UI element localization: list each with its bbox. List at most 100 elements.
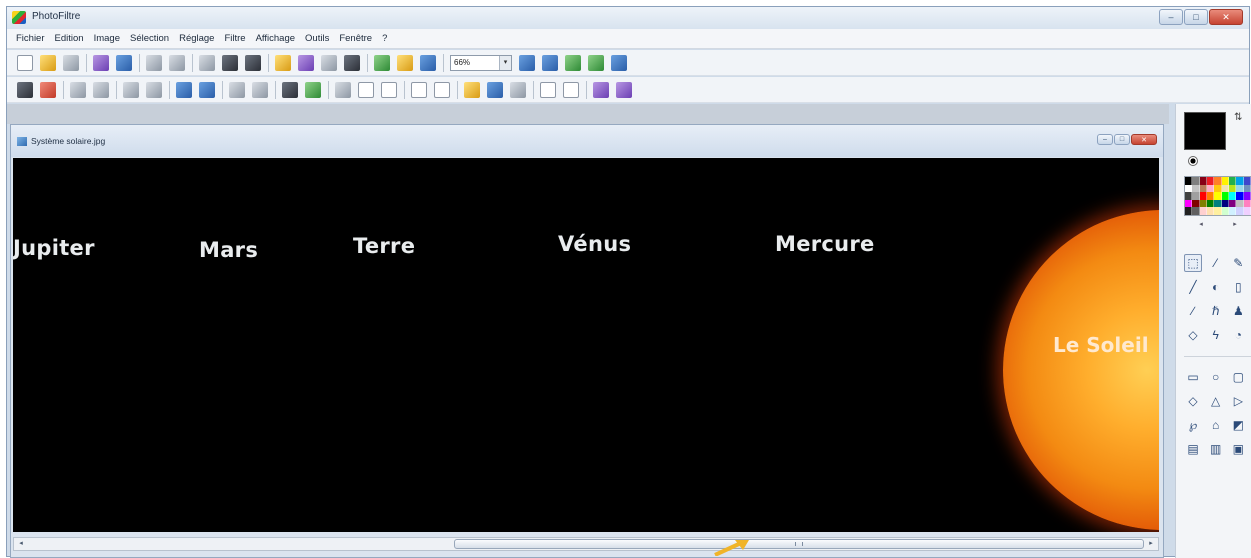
- palette-swatch[interactable]: [1236, 177, 1244, 185]
- grayscale-icon[interactable]: [282, 81, 298, 98]
- display-window-icon[interactable]: [420, 54, 436, 71]
- palette-swatch[interactable]: [1214, 207, 1222, 215]
- gamma-plus-icon[interactable]: [252, 81, 268, 98]
- fullscreen-icon[interactable]: [611, 54, 627, 71]
- emboss-icon[interactable]: [411, 81, 427, 98]
- palette-swatch[interactable]: [1221, 192, 1229, 200]
- zoom-select[interactable]: 66% ▾: [450, 54, 512, 71]
- palette-next-icon[interactable]: ▸: [1233, 220, 1237, 230]
- palette-swatch[interactable]: [1243, 184, 1251, 193]
- pipette-icon[interactable]: ⁄: [1207, 254, 1225, 272]
- blur-icon[interactable]: [335, 81, 351, 98]
- palette-swatch[interactable]: [1207, 207, 1215, 215]
- palette-swatch[interactable]: [1207, 184, 1215, 193]
- paste-icon[interactable]: [245, 54, 261, 71]
- smudge-icon[interactable]: ϟ: [1207, 326, 1225, 344]
- reset-colors-icon[interactable]: [1188, 156, 1198, 166]
- advanced-brush-icon[interactable]: ℏ: [1207, 302, 1225, 320]
- new-file-icon[interactable]: [17, 54, 33, 71]
- menu-fenetre[interactable]: Fenêtre: [334, 33, 377, 44]
- menu-selection[interactable]: Sélection: [125, 33, 174, 44]
- spray-icon[interactable]: ▯: [1229, 278, 1247, 296]
- auto-level-icon[interactable]: [17, 81, 33, 98]
- doc-close-button[interactable]: ✕: [1131, 134, 1157, 145]
- scan-icon[interactable]: [116, 54, 132, 71]
- menu-filtre[interactable]: Filtre: [219, 33, 250, 44]
- menu-outils[interactable]: Outils: [300, 33, 334, 44]
- fill-bucket-icon[interactable]: ◐: [1207, 278, 1225, 296]
- flip-horizontal-icon[interactable]: [487, 81, 503, 98]
- palette-swatch[interactable]: [1214, 177, 1222, 185]
- palette-swatch[interactable]: [1192, 207, 1200, 215]
- palette-swatch[interactable]: [1221, 207, 1229, 215]
- rounded-rect-icon[interactable]: ▢: [1229, 368, 1247, 386]
- actual-size-icon[interactable]: [565, 54, 581, 71]
- sharpen-icon[interactable]: [381, 81, 397, 98]
- open-folder-icon[interactable]: [40, 54, 56, 71]
- palette-swatch[interactable]: [1229, 177, 1237, 185]
- contrast-plus-icon[interactable]: [146, 81, 162, 98]
- palette-swatch[interactable]: [1192, 177, 1200, 185]
- save-icon[interactable]: [63, 54, 79, 71]
- rotate-left-icon[interactable]: [540, 81, 556, 98]
- fill-color-icon[interactable]: [397, 54, 413, 71]
- doc-maximize-button[interactable]: □: [1114, 134, 1130, 145]
- saturation-plus-icon[interactable]: [199, 81, 215, 98]
- palette-swatch[interactable]: [1214, 184, 1222, 193]
- fit-width-icon[interactable]: ▤: [1184, 440, 1202, 458]
- zoom-in-icon[interactable]: [519, 54, 535, 71]
- crop-icon[interactable]: [321, 54, 337, 71]
- auto-contrast-icon[interactable]: [40, 81, 56, 98]
- relief-icon[interactable]: [434, 81, 450, 98]
- gradient-icon[interactable]: ◩: [1229, 416, 1247, 434]
- lasso-icon[interactable]: ℘: [1184, 416, 1202, 434]
- scroll-left-icon[interactable]: ◂: [14, 538, 28, 550]
- diamond-icon[interactable]: ◇: [1184, 392, 1202, 410]
- menu-image[interactable]: Image: [89, 33, 125, 44]
- image-size-icon[interactable]: [374, 54, 390, 71]
- zoom-out-icon[interactable]: [542, 54, 558, 71]
- palette-swatch[interactable]: [1221, 199, 1229, 208]
- soften-icon[interactable]: [358, 81, 374, 98]
- palette-swatch[interactable]: [1207, 192, 1215, 200]
- palette-swatch[interactable]: [1229, 207, 1237, 215]
- palette-swatch[interactable]: [1185, 207, 1193, 215]
- palette-swatch[interactable]: [1214, 192, 1222, 200]
- undo-icon[interactable]: [146, 54, 162, 71]
- brush-icon[interactable]: ∕: [1184, 302, 1202, 320]
- scrollbar-thumb[interactable]: [454, 539, 1144, 549]
- menu-reglage[interactable]: Réglage: [174, 33, 219, 44]
- palette-swatch[interactable]: [1236, 199, 1244, 208]
- foreground-color-swatch[interactable]: [1184, 112, 1226, 150]
- menu-edition[interactable]: Edition: [50, 33, 89, 44]
- palette-swatch[interactable]: [1207, 199, 1215, 208]
- paste-new-icon[interactable]: [298, 54, 314, 71]
- palette-swatch[interactable]: [1243, 192, 1251, 200]
- swap-colors-icon[interactable]: ⇅: [1234, 112, 1242, 123]
- palette-swatch[interactable]: [1229, 192, 1237, 200]
- palette-swatch[interactable]: [1236, 207, 1244, 215]
- palette-swatch[interactable]: [1236, 192, 1244, 200]
- menu-affichage[interactable]: Affichage: [251, 33, 300, 44]
- color-palette[interactable]: [1184, 176, 1251, 216]
- gamma-minus-icon[interactable]: [229, 81, 245, 98]
- menu-help[interactable]: ?: [377, 33, 392, 44]
- doc-minimize-button[interactable]: –: [1097, 134, 1113, 145]
- print-icon[interactable]: [93, 54, 109, 71]
- fit-height-icon[interactable]: ▥: [1207, 440, 1225, 458]
- menu-fichier[interactable]: Fichier: [11, 33, 50, 44]
- palette-swatch[interactable]: [1185, 199, 1193, 208]
- fit-page-icon[interactable]: ▣: [1229, 440, 1247, 458]
- line-icon[interactable]: ╱: [1184, 278, 1202, 296]
- palette-swatch[interactable]: [1243, 177, 1251, 185]
- palette-swatch[interactable]: [1243, 199, 1251, 208]
- fit-window-icon[interactable]: [588, 54, 604, 71]
- color-balance-icon[interactable]: [464, 81, 480, 98]
- selection-arrow-icon[interactable]: ⬚: [1184, 254, 1202, 272]
- palette-swatch[interactable]: [1207, 177, 1215, 185]
- close-button[interactable]: ✕: [1209, 9, 1243, 25]
- palette-swatch[interactable]: [1199, 207, 1207, 215]
- sepia-icon[interactable]: [305, 81, 321, 98]
- module-icon[interactable]: [616, 81, 632, 98]
- image-canvas[interactable]: Jupiter Mars Terre Vénus Mercure Le Sole…: [13, 158, 1159, 532]
